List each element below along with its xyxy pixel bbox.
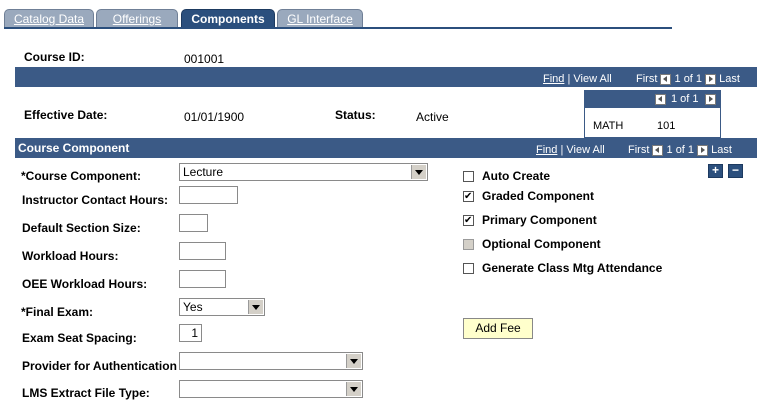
view-all-link[interactable]: View All xyxy=(573,73,611,85)
effective-date-label: Effective Date: xyxy=(24,108,108,122)
component-nav: Find | View All xyxy=(536,144,605,156)
graded-component-label: Graded Component xyxy=(482,189,595,203)
oee-workload-label: OEE Workload Hours: xyxy=(22,277,148,291)
primary-component-checkbox[interactable] xyxy=(463,215,474,226)
workload-label: Workload Hours: xyxy=(22,249,119,263)
final-exam-label: *Final Exam: xyxy=(21,305,94,319)
component-last-link[interactable]: Last xyxy=(711,144,732,156)
final-exam-select-value: Yes xyxy=(183,300,203,314)
pager-count: 1 of 1 xyxy=(674,73,703,85)
provider-select[interactable] xyxy=(179,352,363,370)
last-link[interactable]: Last xyxy=(719,73,740,85)
status-value: Active xyxy=(416,110,449,124)
optional-component-label: Optional Component xyxy=(482,237,601,251)
instructor-contact-label: Instructor Contact Hours: xyxy=(22,193,169,207)
component-count: 1 of 1 xyxy=(666,144,695,156)
course-component-title: Course Component xyxy=(18,141,130,155)
default-section-input[interactable] xyxy=(179,214,208,232)
find-link[interactable]: Find xyxy=(543,73,564,85)
status-label: Status: xyxy=(335,108,376,122)
lms-label: LMS Extract File Type: xyxy=(22,386,150,400)
provider-label: Provider for Authentication xyxy=(22,359,177,373)
component-pager: First 1 of 1 Last xyxy=(628,144,732,156)
course-id-value: 001001 xyxy=(184,52,225,66)
offering-grid-header: 1 of 1 xyxy=(585,91,720,108)
effective-nav: Find | View All xyxy=(543,73,612,85)
grid-count: 1 of 1 xyxy=(671,93,699,105)
effective-date-value: 01/01/1900 xyxy=(184,110,245,124)
course-component-select[interactable]: Lecture xyxy=(179,163,428,181)
course-id-label: Course ID: xyxy=(24,50,85,64)
component-view-all-link[interactable]: View All xyxy=(566,144,604,156)
course-component-label: *Course Component: xyxy=(21,169,141,183)
tab-offerings[interactable]: Offerings xyxy=(96,9,178,28)
graded-component-checkbox[interactable] xyxy=(463,191,474,202)
exam-seat-label: Exam Seat Spacing: xyxy=(22,331,137,345)
course-component-select-value: Lecture xyxy=(183,165,224,179)
optional-component-checkbox[interactable] xyxy=(463,239,474,250)
auto-create-checkbox[interactable] xyxy=(463,171,474,182)
instructor-contact-input[interactable] xyxy=(179,186,238,204)
exam-seat-input[interactable]: 1 xyxy=(179,324,202,342)
grid-previous-icon[interactable] xyxy=(655,94,666,105)
add-row-button[interactable]: + xyxy=(708,164,723,178)
generate-class-mtg-checkbox[interactable] xyxy=(463,263,474,274)
delete-row-button[interactable]: − xyxy=(728,164,743,178)
chevron-down-icon xyxy=(346,354,361,368)
grid-next-icon[interactable] xyxy=(705,94,716,105)
offering-grid: 1 of 1 MATH 101 xyxy=(584,90,721,138)
previous-arrow-icon[interactable] xyxy=(660,73,672,85)
primary-component-label: Primary Component xyxy=(482,213,597,227)
oee-workload-input[interactable] xyxy=(179,270,226,288)
tab-gl-interface[interactable]: GL Interface xyxy=(277,9,363,28)
chevron-down-icon xyxy=(346,382,361,396)
generate-class-mtg-label: Generate Class Mtg Attendance xyxy=(482,261,663,275)
chevron-down-icon xyxy=(411,165,426,179)
component-first-link[interactable]: First xyxy=(628,144,649,156)
grid-subject: MATH xyxy=(593,120,624,132)
component-next-icon[interactable] xyxy=(697,144,709,156)
component-find-link[interactable]: Find xyxy=(536,144,557,156)
tab-components[interactable]: Components xyxy=(181,9,275,28)
tab-catalog-data[interactable]: Catalog Data xyxy=(4,9,94,28)
effective-pager: First 1 of 1 Last xyxy=(636,73,740,85)
add-fee-button[interactable]: Add Fee xyxy=(463,318,533,339)
component-previous-icon[interactable] xyxy=(652,144,664,156)
tab-underline xyxy=(4,27,672,29)
grid-catalog-nbr: 101 xyxy=(657,120,676,132)
auto-create-label: Auto Create xyxy=(482,169,551,183)
chevron-down-icon xyxy=(248,300,263,314)
next-arrow-icon[interactable] xyxy=(705,73,717,85)
lms-select[interactable] xyxy=(179,380,363,398)
first-link[interactable]: First xyxy=(636,73,657,85)
workload-input[interactable] xyxy=(179,242,226,260)
default-section-label: Default Section Size: xyxy=(22,221,141,235)
final-exam-select[interactable]: Yes xyxy=(179,298,265,316)
